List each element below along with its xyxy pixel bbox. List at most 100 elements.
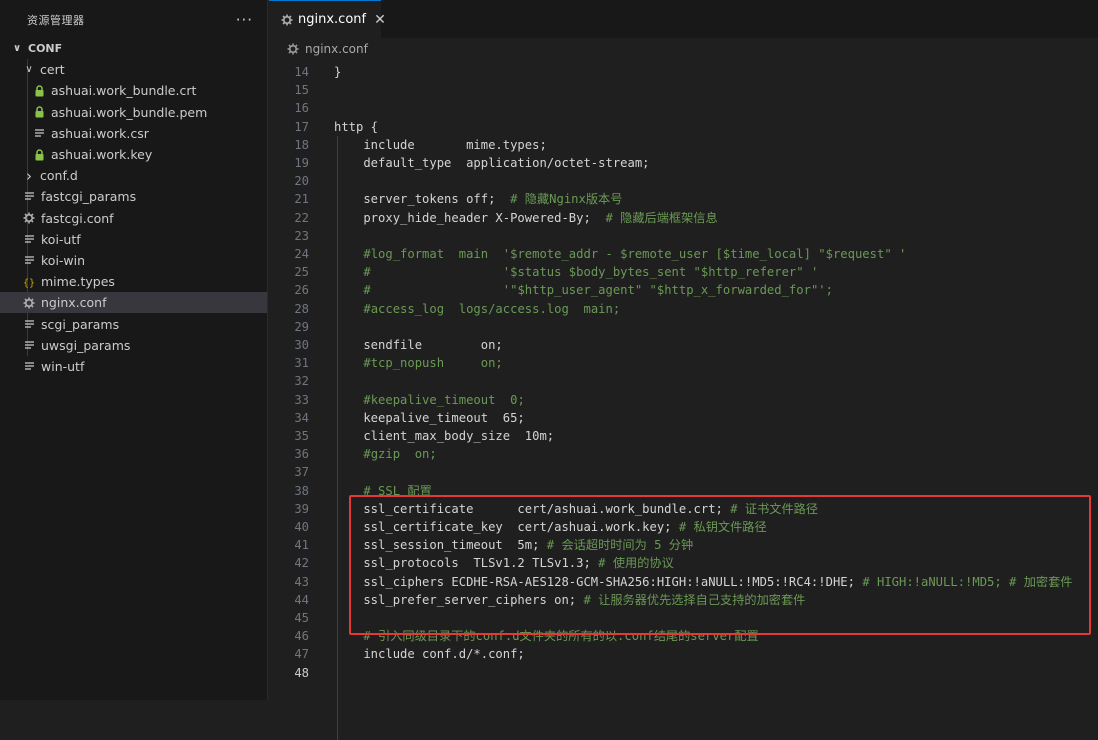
code-comment: # SSL 配置 xyxy=(363,483,432,498)
tree-item-scgi-params[interactable]: scgi_params xyxy=(0,313,267,334)
tree-item-koi-utf[interactable]: koi-utf xyxy=(0,229,267,250)
folder-root-label: CONF xyxy=(28,42,63,56)
line-number: 33 xyxy=(294,392,309,407)
code-comment: #log_format main '$remote_addr - $remote… xyxy=(363,247,907,261)
tab-nginx-conf[interactable]: nginx.conf ✕ xyxy=(269,0,386,38)
code-line: 26 # '"$http_user_agent" "$http_x_forwar… xyxy=(269,281,1098,299)
tree-item-label: conf.d xyxy=(40,168,78,184)
code-line: 28 #access_log logs/access.log main; xyxy=(269,300,1098,318)
code-token: client_max_body_size 10m; xyxy=(334,429,555,443)
tree-item-nginx-conf[interactable]: nginx.conf xyxy=(0,292,267,314)
code-line: 43 ssl_ciphers ECDHE-RSA-AES128-GCM-SHA2… xyxy=(269,573,1098,591)
tree-item-label: mime.types xyxy=(41,274,115,290)
tree-item-fastcgi-conf[interactable]: fastcgi.conf xyxy=(0,208,267,229)
tree-item-label: fastcgi_params xyxy=(41,189,137,205)
code-comment: #gzip on; xyxy=(363,447,437,462)
code-text: include mime.types; xyxy=(334,136,547,154)
tree-item-ashuai-work-key[interactable]: ashuai.work.key xyxy=(0,144,267,165)
code-text: ssl_session_timeout 5m; # 会话超时时间为 5 分钟 xyxy=(334,536,693,554)
gear-icon xyxy=(281,14,293,26)
code-token: proxy_hide_header X-Powered-By; xyxy=(334,210,606,225)
lock-icon xyxy=(32,85,46,97)
code-text: ssl_certificate_key cert/ashuai.work.key… xyxy=(334,518,767,536)
code-line: 15 xyxy=(269,81,1098,99)
breadcrumb: nginx.conf xyxy=(269,38,1098,60)
close-icon[interactable]: ✕ xyxy=(374,12,386,28)
line-number: 23 xyxy=(294,228,309,243)
tree-item-label: win-utf xyxy=(41,358,85,374)
code-line: 14} xyxy=(269,63,1098,81)
breadcrumb-file[interactable]: nginx.conf xyxy=(305,42,368,56)
code-text: #log_format main '$remote_addr - $remote… xyxy=(334,245,906,263)
line-number: 43 xyxy=(294,574,309,589)
tree-item-mime-types[interactable]: {} mime.types xyxy=(0,271,267,292)
code-text: ssl_certificate cert/ashuai.work_bundle.… xyxy=(334,500,818,518)
more-actions-icon[interactable]: ··· xyxy=(236,11,253,29)
code-token: ssl_certificate_key cert/ashuai.work.key… xyxy=(334,520,679,534)
line-number: 16 xyxy=(294,101,309,116)
line-number: 19 xyxy=(294,156,309,170)
line-number: 17 xyxy=(294,119,309,134)
code-line: 29 xyxy=(269,318,1098,336)
code-line: 42 ssl_protocols TLSv1.2 TLSv1.3; # 使用的协… xyxy=(269,554,1098,572)
gear-icon xyxy=(22,297,36,309)
line-number: 26 xyxy=(294,283,309,298)
tree-item-ashuai-work-csr[interactable]: ashuai.work.csr xyxy=(0,123,267,144)
code-token: keepalive_timeout 65; xyxy=(334,410,525,425)
code-line: 23 xyxy=(269,227,1098,245)
code-line: 18 include mime.types; xyxy=(269,136,1098,154)
code-token: default_type application/octet-stream; xyxy=(334,156,650,170)
folder-root-conf[interactable]: ∨ CONF xyxy=(0,38,267,59)
line-number: 40 xyxy=(294,520,309,534)
code-line: 47 include conf.d/*.conf; xyxy=(269,645,1098,663)
tree-item-uwsgi-params[interactable]: uwsgi_params xyxy=(0,335,267,356)
line-number: 38 xyxy=(294,483,309,498)
code-line: 21 server_tokens off; # 隐藏Nginx版本号 xyxy=(269,190,1098,208)
tree-item-label: nginx.conf xyxy=(41,295,107,311)
tree-item-label: cert xyxy=(40,62,65,78)
explorer-header: 资源管理器 ··· xyxy=(0,0,267,40)
code-text: # '"$http_user_agent" "$http_x_forwarded… xyxy=(334,281,833,299)
tree-item-conf-d[interactable]: › conf.d xyxy=(0,165,267,186)
code-line: 37 xyxy=(269,463,1098,481)
tree-item-cert[interactable]: ∨ cert xyxy=(0,59,267,80)
tree-item-ashuai-work-bundle-pem[interactable]: ashuai.work_bundle.pem xyxy=(0,102,267,123)
code-comment: # 私钥文件路径 xyxy=(678,520,767,534)
code-text: ssl_ciphers ECDHE-RSA-AES128-GCM-SHA256:… xyxy=(334,573,1072,591)
line-number: 37 xyxy=(294,465,309,480)
line-number: 28 xyxy=(294,301,309,316)
tree-item-win-utf[interactable]: win-utf xyxy=(0,356,267,377)
code-line: 44 ssl_prefer_server_ciphers on; # 让服务器优… xyxy=(269,591,1098,609)
tree-item-label: ashuai.work_bundle.crt xyxy=(51,83,197,99)
code-line: 40 ssl_certificate_key cert/ashuai.work.… xyxy=(269,518,1098,536)
code-line: 20 xyxy=(269,172,1098,190)
code-comment: # '"$http_user_agent" "$http_x_forwarded… xyxy=(363,283,833,298)
code-token: include conf.d/*.conf; xyxy=(334,647,525,662)
line-number: 46 xyxy=(294,629,309,644)
line-number: 41 xyxy=(294,538,309,553)
code-line: 39 ssl_certificate cert/ashuai.work_bund… xyxy=(269,500,1098,518)
line-number: 22 xyxy=(294,210,309,225)
tree-item-koi-win[interactable]: koi-win xyxy=(0,250,267,271)
line-number: 18 xyxy=(294,137,309,152)
code-token: ssl_ciphers ECDHE-RSA-AES128-GCM-SHA256:… xyxy=(334,574,863,589)
code-token: ssl_prefer_server_ciphers on; xyxy=(334,592,584,607)
line-number: 39 xyxy=(294,501,309,516)
code-line: 24 #log_format main '$remote_addr - $rem… xyxy=(269,245,1098,263)
code-token: ssl_session_timeout 5m; xyxy=(334,538,547,553)
chevron-right-icon: › xyxy=(26,166,32,185)
code-text: # '$status $body_bytes_sent "$http_refer… xyxy=(334,263,818,281)
code-comment: # 隐藏后端框架信息 xyxy=(605,210,718,225)
code-editor[interactable]: 14} 15 16 17 http {18 include mime.types; 19 … xyxy=(269,60,1098,740)
code-token: include mime.types; xyxy=(334,137,547,152)
code-line: 35 client_max_body_size 10m; xyxy=(269,427,1098,445)
code-line: 34 keepalive_timeout 65; xyxy=(269,409,1098,427)
tree-item-ashuai-work-bundle-crt[interactable]: ashuai.work_bundle.crt xyxy=(0,80,267,101)
file-tree: ∨ CONF ∨ cert ashuai.work_bundle.crtashuai… xyxy=(0,38,267,377)
tree-item-fastcgi-params[interactable]: fastcgi_params xyxy=(0,186,267,207)
code-token: } xyxy=(334,65,342,79)
